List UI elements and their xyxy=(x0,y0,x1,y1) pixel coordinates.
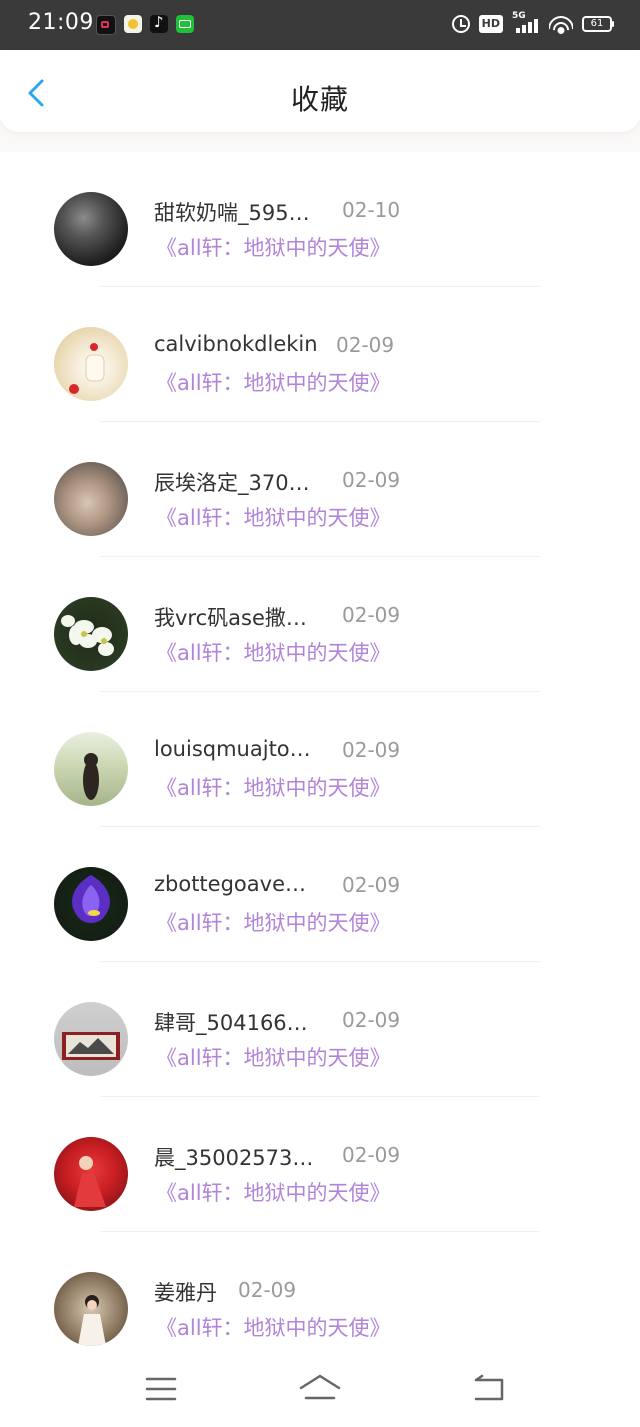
status-time: 21:09 xyxy=(28,10,94,35)
back-icon xyxy=(474,1374,504,1401)
notification-icons xyxy=(96,13,194,35)
user-name: 晨_35002573… xyxy=(154,1146,314,1170)
list-item[interactable]: louisqmuajto… 02-09 《all轩：地狱中的天使》 xyxy=(0,692,640,827)
book-title-link[interactable]: 《all轩：地狱中的天使》 xyxy=(156,772,391,802)
back-nav-button[interactable] xyxy=(466,1372,510,1406)
smiley-app-icon xyxy=(124,15,142,33)
system-icons: HD 5G 61 xyxy=(451,11,614,35)
avatar-art xyxy=(72,875,110,923)
hd-icon: HD xyxy=(478,15,503,33)
list-item[interactable]: zbottegoave… 02-09 《all轩：地狱中的天使》 xyxy=(0,827,640,962)
avatar-art xyxy=(74,1156,106,1207)
battery-level: 61 xyxy=(590,18,604,29)
avatar[interactable] xyxy=(54,732,128,806)
page-title: 收藏 xyxy=(290,83,349,116)
home-icon xyxy=(299,1374,341,1400)
favorites-list: 甜软奶喘_595… 02-10 《all轩：地狱中的天使》 calvibnokd… xyxy=(0,152,640,1367)
book-title-link[interactable]: 《all轩：地狱中的天使》 xyxy=(156,1042,391,1072)
favorite-date: 02-09 xyxy=(336,333,395,357)
avatar[interactable] xyxy=(54,1137,128,1211)
user-name: 姜雅丹 xyxy=(154,1281,217,1305)
avatar-art xyxy=(69,343,105,394)
user-name: louisqmuajto… xyxy=(154,737,311,761)
green-app-icon xyxy=(176,15,194,33)
favorite-date: 02-09 xyxy=(342,603,401,627)
list-item[interactable]: calvibnokdlekin 02-09 《all轩：地狱中的天使》 xyxy=(0,287,640,422)
avatar[interactable] xyxy=(54,192,128,266)
user-name: 我vrc矾ase撒… xyxy=(154,606,307,630)
book-title-link[interactable]: 《all轩：地狱中的天使》 xyxy=(156,637,391,667)
favorite-date: 02-10 xyxy=(342,198,401,222)
list-item[interactable]: 姜雅丹 02-09 《all轩：地狱中的天使》 xyxy=(0,1232,640,1367)
book-title-link[interactable]: 《all轩：地狱中的天使》 xyxy=(156,1177,391,1207)
favorite-date: 02-09 xyxy=(342,873,401,897)
list-item[interactable]: 晨_35002573… 02-09 《all轩：地狱中的天使》 xyxy=(0,1097,640,1232)
avatar[interactable] xyxy=(54,1002,128,1076)
avatar[interactable] xyxy=(54,867,128,941)
menu-button[interactable] xyxy=(140,1372,184,1406)
book-title-link[interactable]: 《all轩：地狱中的天使》 xyxy=(156,232,391,262)
home-button[interactable] xyxy=(298,1372,342,1406)
favorite-date: 02-09 xyxy=(342,1143,401,1167)
book-title-link[interactable]: 《all轩：地狱中的天使》 xyxy=(156,367,391,397)
book-title-link[interactable]: 《all轩：地狱中的天使》 xyxy=(156,907,391,937)
menu-icon xyxy=(145,1377,177,1401)
avatar[interactable] xyxy=(54,1272,128,1346)
user-name: 甜软奶喘_595… xyxy=(154,201,310,225)
avatar-art xyxy=(83,753,99,800)
wifi-icon xyxy=(549,14,573,34)
cellular-signal-icon: 5G xyxy=(512,11,540,35)
list-item[interactable]: 我vrc矾ase撒… 02-09 《all轩：地狱中的天使》 xyxy=(0,557,640,692)
book-title-link[interactable]: 《all轩：地狱中的天使》 xyxy=(156,502,391,532)
user-name: 辰埃洛定_370… xyxy=(154,471,310,495)
list-item[interactable]: 肆哥_504166… 02-09 《all轩：地狱中的天使》 xyxy=(0,962,640,1097)
avatar-art xyxy=(61,615,114,656)
list-item[interactable]: 甜软奶喘_595… 02-10 《all轩：地狱中的天使》 xyxy=(0,152,640,287)
favorite-date: 02-09 xyxy=(342,468,401,492)
battery-icon: 61 xyxy=(582,16,614,32)
favorite-date: 02-09 xyxy=(342,1008,401,1032)
status-bar: 21:09 HD 5G 61 xyxy=(0,0,640,50)
avatar[interactable] xyxy=(54,327,128,401)
user-name: zbottegoave… xyxy=(154,872,306,896)
list-item[interactable]: 辰埃洛定_370… 02-09 《all轩：地狱中的天使》 xyxy=(0,422,640,557)
favorite-date: 02-09 xyxy=(238,1278,297,1302)
avatar-art xyxy=(62,1032,120,1060)
avatar[interactable] xyxy=(54,462,128,536)
alarm-icon xyxy=(451,15,470,33)
system-nav-bar xyxy=(0,1352,640,1427)
avatar-art xyxy=(78,1295,106,1346)
favorite-date: 02-09 xyxy=(342,738,401,762)
user-name: 肆哥_504166… xyxy=(154,1011,308,1035)
network-type: 5G xyxy=(512,11,526,21)
tiktok-icon xyxy=(150,13,168,33)
book-title-link[interactable]: 《all轩：地狱中的天使》 xyxy=(156,1312,391,1342)
header-bar: 收藏 xyxy=(0,50,640,132)
avatar[interactable] xyxy=(54,597,128,671)
user-name: calvibnokdlekin xyxy=(154,332,318,356)
screen-recorder-icon xyxy=(96,15,116,35)
